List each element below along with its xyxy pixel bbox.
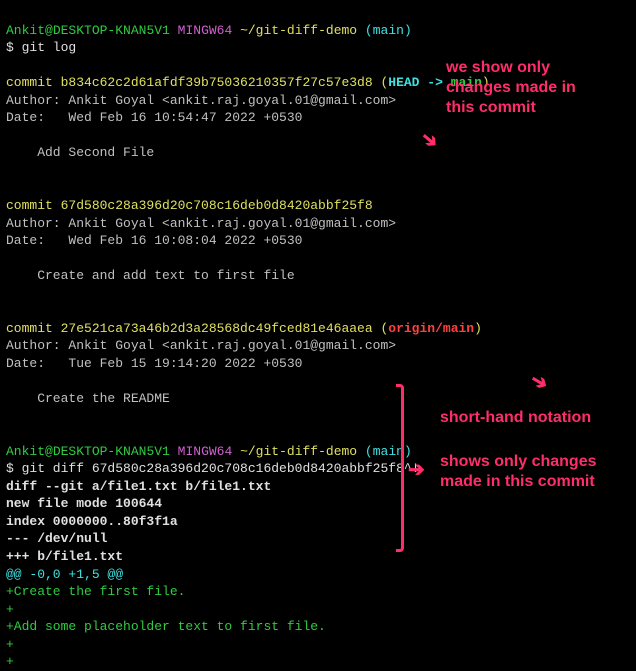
branch-open: ( bbox=[357, 444, 373, 459]
ref-close: ) bbox=[474, 321, 482, 336]
space bbox=[170, 23, 178, 38]
annotation-line: made in this commit bbox=[440, 472, 596, 492]
commit-label: commit bbox=[6, 321, 61, 336]
prompt-user: Ankit bbox=[6, 444, 45, 459]
author-2: Author: Ankit Goyal <ankit.raj.goyal.01@… bbox=[6, 215, 630, 233]
diff-line: + bbox=[6, 636, 630, 654]
prompt-host: DESKTOP-KNAN5V1 bbox=[53, 444, 170, 459]
prompt-branch: main bbox=[373, 23, 404, 38]
commit-2-line: commit 67d580c28a396d20c708c16deb0d8420a… bbox=[6, 179, 630, 214]
ref-open: ( bbox=[373, 75, 389, 90]
diff-line: +Add some placeholder text to first file… bbox=[6, 618, 630, 636]
commit-label: commit bbox=[6, 198, 61, 213]
commit-2-msg: Create and add text to first file bbox=[6, 267, 630, 285]
prompt-env: MINGW64 bbox=[178, 444, 233, 459]
remote-ref: origin/main bbox=[388, 321, 474, 336]
bracket-icon bbox=[396, 384, 404, 552]
annotation-line: we show only bbox=[446, 58, 576, 78]
diff-line: +Create the first file. bbox=[6, 583, 630, 601]
annotation-line: changes made in bbox=[446, 78, 576, 98]
diff-minus: --- /dev/null bbox=[6, 530, 630, 548]
diff-newfile: new file mode 100644 bbox=[6, 495, 630, 513]
prompt-at: @ bbox=[45, 444, 53, 459]
prompt-path: ~/git-diff-demo bbox=[232, 23, 357, 38]
branch-close: ) bbox=[404, 444, 412, 459]
annotation-shows-only: shows only changes made in this commit bbox=[440, 452, 596, 492]
commit-hash: 67d580c28a396d20c708c16deb0d8420abbf25f8 bbox=[61, 198, 373, 213]
annotation-short-hand: short-hand notation bbox=[440, 408, 591, 428]
diff-line: + bbox=[6, 601, 630, 619]
prompt-path: ~/git-diff-demo bbox=[232, 444, 357, 459]
diff-index: index 0000000..80f3f1a bbox=[6, 513, 630, 531]
annotation-line: this commit bbox=[446, 98, 576, 118]
ref-open: ( bbox=[373, 321, 389, 336]
prompt-line-1: Ankit@DESKTOP-KNAN5V1 MINGW64 ~/git-diff… bbox=[6, 4, 630, 39]
command-git-log: $ git log bbox=[6, 39, 630, 57]
author-3: Author: Ankit Goyal <ankit.raj.goyal.01@… bbox=[6, 337, 630, 355]
diff-hunk: @@ -0,0 +1,5 @@ bbox=[6, 566, 630, 584]
prompt-user: Ankit bbox=[6, 23, 45, 38]
commit-label: commit bbox=[6, 75, 61, 90]
arrow-icon: ➔ bbox=[408, 458, 425, 485]
annotation-line: shows only changes bbox=[440, 452, 596, 472]
commit-3-line: commit 27e521ca73a46b2d3a28568dc49fced81… bbox=[6, 302, 630, 337]
prompt-env: MINGW64 bbox=[178, 23, 233, 38]
space bbox=[170, 444, 178, 459]
commit-1-msg: Add Second File bbox=[6, 144, 630, 162]
head-ref: HEAD -> bbox=[388, 75, 450, 90]
prompt-at: @ bbox=[45, 23, 53, 38]
date-2: Date: Wed Feb 16 10:08:04 2022 +0530 bbox=[6, 232, 630, 250]
commit-hash: b834c62c2d61afdf39b75036210357f27c57e3d8 bbox=[61, 75, 373, 90]
diff-line: + bbox=[6, 653, 630, 671]
diff-plus: +++ b/file1.txt bbox=[6, 548, 630, 566]
branch-open: ( bbox=[357, 23, 373, 38]
annotation-we-show-only: we show only changes made in this commit bbox=[446, 58, 576, 118]
prompt-host: DESKTOP-KNAN5V1 bbox=[53, 23, 170, 38]
commit-hash: 27e521ca73a46b2d3a28568dc49fced81e46aaea bbox=[61, 321, 373, 336]
branch-close: ) bbox=[404, 23, 412, 38]
